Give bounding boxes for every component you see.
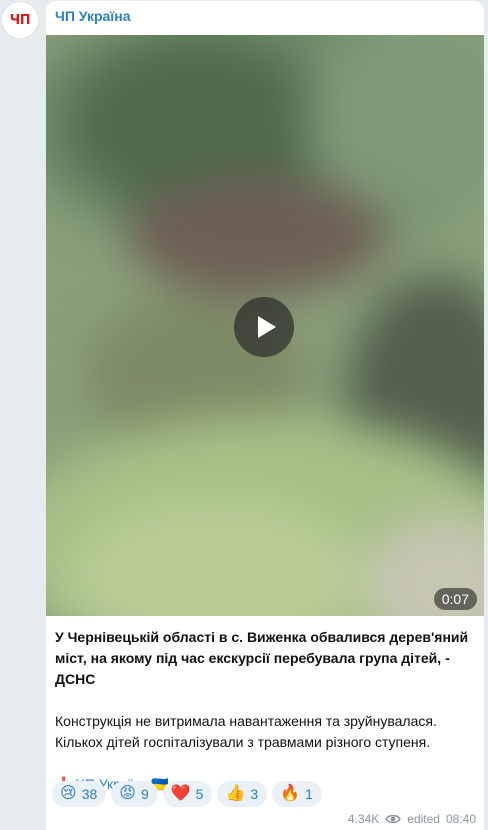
heart-icon: ❤️	[170, 785, 191, 802]
angry-face-icon: 😡	[119, 785, 136, 802]
message-meta: 4.34K edited 08:40	[348, 812, 476, 826]
reaction-thumbs-up[interactable]: 👍 3	[217, 781, 268, 807]
video-duration: 0:07	[433, 588, 477, 610]
crying-face-icon: 😢	[60, 785, 77, 802]
video-preview[interactable]: 0:07	[46, 35, 484, 616]
chat-view: ЧП ЧП Україна 0:07 У Чернівецькій област…	[0, 0, 488, 830]
reaction-count: 5	[195, 786, 204, 802]
play-button[interactable]	[234, 297, 294, 357]
play-icon	[258, 316, 276, 338]
view-count: 4.34K	[347, 812, 380, 826]
channel-name[interactable]: ЧП Україна	[55, 8, 131, 24]
reaction-heart[interactable]: ❤️ 5	[162, 781, 213, 807]
thumbs-up-icon: 👍	[225, 785, 246, 802]
reaction-count: 3	[250, 786, 259, 802]
message-text: У Чернівецькій області в с. Виженка обва…	[55, 627, 479, 795]
reaction-count: 9	[140, 786, 149, 802]
avatar-text: ЧП	[9, 12, 31, 28]
reaction-count: 1	[305, 786, 313, 802]
eye-icon	[385, 814, 402, 824]
message-time: 08:40	[445, 812, 476, 826]
reaction-fire[interactable]: 🔥 1	[272, 781, 322, 807]
message-bubble: ЧП Україна 0:07 У Чернівецькій області в…	[46, 1, 484, 830]
reaction-count: 38	[81, 786, 98, 802]
post-headline: У Чернівецькій області в с. Виженка обва…	[55, 629, 469, 687]
reactions-bar: 😢 38 😡 9 ❤️ 5 👍 3 🔥 1	[52, 781, 322, 807]
fire-icon: 🔥	[280, 785, 301, 802]
reaction-crying[interactable]: 😢 38	[52, 781, 107, 807]
edited-label: edited	[407, 812, 440, 826]
post-body: Конструкція не витримала навантаження та…	[55, 713, 437, 750]
channel-avatar[interactable]: ЧП	[1, 1, 39, 39]
reaction-angry[interactable]: 😡 9	[111, 781, 158, 807]
